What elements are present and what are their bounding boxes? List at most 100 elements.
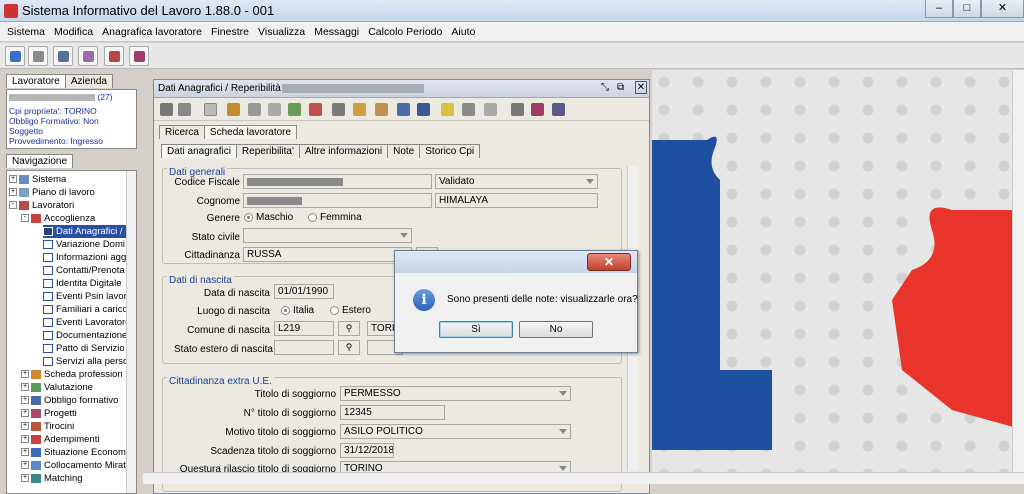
maximize-button[interactable]: □: [953, 0, 981, 18]
undo-icon[interactable]: [268, 103, 281, 116]
printer-icon[interactable]: [511, 103, 524, 116]
tree-item-obbligo-formativo[interactable]: + Obbligo formativo: [21, 394, 118, 407]
tree-item-informazioni[interactable]: Informazioni agg: [43, 251, 126, 264]
save-icon[interactable]: [248, 103, 261, 116]
app-icon: [4, 4, 18, 18]
search-icon[interactable]: [178, 103, 191, 116]
new-document-icon[interactable]: [204, 103, 217, 116]
radio-italia[interactable]: Italia: [281, 305, 314, 316]
sort-icon[interactable]: [332, 103, 345, 116]
tree-item-contatti[interactable]: Contatti/Prenota: [43, 264, 125, 277]
note-icon[interactable]: [441, 103, 454, 116]
camera-icon[interactable]: [417, 103, 430, 116]
scadenza-titolo-field[interactable]: 31/12/2018: [340, 443, 394, 458]
tree-item-progetti[interactable]: + Progetti: [21, 407, 77, 420]
tree-item-identita-digitale[interactable]: Identita Digitale: [43, 277, 121, 290]
comune-nascita-label: Comune di nascita: [187, 325, 270, 336]
tree-item-variazione-domicilio[interactable]: Variazione Domi: [43, 238, 125, 251]
tree-item-tirocini[interactable]: + Tirocini: [21, 420, 74, 433]
comune-search-button[interactable]: ⚲: [338, 321, 360, 336]
tab-altre-informazioni[interactable]: Altre informazioni: [298, 144, 389, 158]
help-icon[interactable]: [552, 103, 565, 116]
tree-item-situazione-economica[interactable]: + Situazione Econom: [21, 446, 126, 459]
menu-anagrafica-lavoratore[interactable]: Anagrafica lavoratore: [99, 22, 205, 42]
close-window-button[interactable]: ✕: [981, 0, 1024, 18]
tab-dati-anagrafici[interactable]: Dati anagrafici: [161, 144, 237, 158]
numero-titolo-field[interactable]: 12345: [340, 405, 445, 420]
no-button[interactable]: No: [519, 321, 593, 338]
pin-icon[interactable]: [484, 103, 497, 116]
stato-estero-search-button[interactable]: ⚲: [338, 340, 360, 355]
motivo-titolo-select[interactable]: ASILO POLITICO: [340, 424, 571, 439]
calc-tool-button[interactable]: [53, 46, 73, 66]
tree-item-eventi-psin[interactable]: Eventi Psin lavor: [43, 290, 127, 303]
radio-maschio[interactable]: Maschio: [244, 212, 293, 223]
dialog-close-button[interactable]: ✕: [587, 253, 631, 271]
tree-item-collocamento-mirato[interactable]: + Collocamento Mirat: [21, 459, 126, 472]
titolo-soggiorno-select[interactable]: PERMESSO: [340, 386, 571, 401]
desktop-horizontal-scrollbar[interactable]: [143, 472, 1024, 484]
stato-estero-code-field[interactable]: [274, 340, 334, 355]
tree-item-sistema[interactable]: + Sistema: [9, 173, 66, 186]
tree-item-servizi-persona[interactable]: Servizi alla perso: [43, 355, 128, 368]
cittadinanza-field[interactable]: RUSSA: [243, 247, 412, 262]
sort-az-icon[interactable]: [309, 103, 322, 116]
menu-messaggi[interactable]: Messaggi: [311, 22, 362, 42]
tree-item-matching[interactable]: + Matching: [21, 472, 83, 485]
nome-field[interactable]: HIMALAYA: [435, 193, 598, 208]
pencil-icon[interactable]: [160, 103, 173, 116]
flag-icon[interactable]: [397, 103, 410, 116]
menu-aiuto[interactable]: Aiuto: [448, 22, 478, 42]
validato-select[interactable]: Validato: [435, 174, 598, 189]
menu-finestre[interactable]: Finestre: [208, 22, 252, 42]
print-tool-button[interactable]: [78, 46, 98, 66]
tab-navigazione[interactable]: Navigazione: [6, 154, 74, 168]
tree-item-patto-servizio[interactable]: Patto di Servizio: [43, 342, 125, 355]
tree-item-scheda-professionale[interactable]: + Scheda profession: [21, 368, 123, 381]
refresh-tool-button[interactable]: [5, 46, 25, 66]
minimize-button[interactable]: –: [925, 0, 953, 18]
desktop-vertical-scrollbar[interactable]: [1012, 70, 1024, 472]
tab-reperibilita[interactable]: Reperibilita': [235, 144, 300, 158]
globe-icon[interactable]: [288, 103, 301, 116]
tree-vertical-scrollbar[interactable]: [126, 171, 136, 493]
data-nascita-field[interactable]: 01/01/1990: [274, 284, 334, 299]
tab-ricerca[interactable]: Ricerca: [159, 125, 205, 139]
tree-item-valutazione[interactable]: + Valutazione: [21, 381, 93, 394]
menu-modifica[interactable]: Modifica: [51, 22, 96, 42]
comune-code-field[interactable]: L219: [274, 321, 334, 336]
book-icon[interactable]: [531, 103, 544, 116]
tree-item-familiari[interactable]: Familiari a carico: [43, 303, 128, 316]
tree-item-lavoratori[interactable]: - Lavoratori: [9, 199, 74, 212]
frame-resize-icon[interactable]: ⤡: [601, 82, 609, 93]
radio-estero[interactable]: Estero: [330, 305, 371, 316]
frame-restore-icon[interactable]: ⧉: [617, 82, 624, 93]
tree-item-piano-lavoro[interactable]: + Piano di lavoro: [9, 186, 95, 199]
stato-civile-select[interactable]: [243, 228, 412, 243]
people-tool-button[interactable]: [28, 46, 48, 66]
radio-femmina[interactable]: Femmina: [308, 212, 362, 223]
document-tool-button[interactable]: [104, 46, 124, 66]
menu-sistema[interactable]: Sistema: [4, 22, 48, 42]
tab-note[interactable]: Note: [387, 144, 421, 158]
book-tool-button[interactable]: [129, 46, 149, 66]
edit-icon[interactable]: [227, 103, 240, 116]
tool-icon[interactable]: [353, 103, 366, 116]
menu-visualizza[interactable]: Visualizza: [255, 22, 308, 42]
frame-close-button[interactable]: ✕: [635, 81, 647, 94]
tab-azienda[interactable]: Azienda: [64, 74, 113, 88]
tree-item-eventi-lavoratore[interactable]: Eventi Lavoratore: [43, 316, 130, 329]
document-list-icon[interactable]: [375, 103, 388, 116]
tab-scheda-lavoratore[interactable]: Scheda lavoratore: [203, 125, 298, 139]
yes-button[interactable]: Sì: [439, 321, 513, 338]
tree-item-adempimenti[interactable]: + Adempimenti: [21, 433, 99, 446]
tab-storico-cpi[interactable]: Storico Cpi: [419, 144, 481, 158]
lock-icon[interactable]: [462, 103, 475, 116]
menu-calcolo-periodo[interactable]: Calcolo Periodo: [365, 22, 445, 42]
codice-fiscale-field[interactable]: [243, 174, 432, 189]
tree-item-documentazione[interactable]: Documentazione: [43, 329, 127, 342]
tree-item-dati-anagrafici[interactable]: Dati Anagrafici / I: [43, 225, 136, 238]
tree-item-accoglienza[interactable]: - Accoglienza: [21, 212, 95, 225]
cognome-field[interactable]: [243, 193, 432, 208]
tab-lavoratore[interactable]: Lavoratore: [6, 74, 66, 88]
